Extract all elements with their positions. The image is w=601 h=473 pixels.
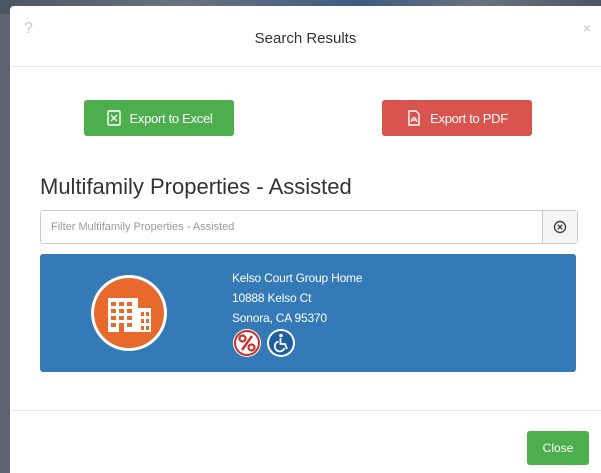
- pdf-file-icon: [408, 110, 420, 126]
- apartment-building-icon: [91, 275, 167, 351]
- result-details: Kelso Court Group Home 10888 Kelso Ct So…: [232, 268, 363, 328]
- circle-x-icon: [553, 220, 567, 234]
- property-address: 10888 Kelso Ct: [232, 291, 312, 305]
- modal-footer: Close: [10, 410, 601, 473]
- filter-clear-button[interactable]: [542, 211, 577, 243]
- result-badges: [232, 328, 296, 358]
- modal-title: Search Results: [254, 30, 357, 47]
- section-title: Multifamily Properties - Assisted: [40, 174, 352, 199]
- export-pdf-label: Export to PDF: [430, 110, 508, 126]
- wheelchair-accessible-icon: [267, 329, 295, 357]
- export-pdf-button[interactable]: Export to PDF: [382, 100, 532, 136]
- filter-input[interactable]: [41, 211, 542, 243]
- percent-icon: [233, 329, 261, 357]
- export-excel-label: Export to Excel: [129, 110, 213, 126]
- property-name[interactable]: Kelso Court Group Home: [232, 268, 363, 288]
- export-excel-button[interactable]: Export to Excel: [84, 100, 234, 136]
- property-city-line: Sonora, CA 95370: [232, 311, 327, 325]
- filter-group: [40, 210, 578, 244]
- close-icon[interactable]: ×: [583, 20, 591, 36]
- modal-header: ? Search Results ×: [10, 6, 601, 67]
- close-button[interactable]: Close: [527, 431, 589, 465]
- excel-file-icon: [106, 110, 121, 126]
- search-results-modal: ? Search Results × Export to Excel Expor…: [10, 6, 601, 473]
- result-card[interactable]: Kelso Court Group Home 10888 Kelso Ct So…: [40, 254, 576, 372]
